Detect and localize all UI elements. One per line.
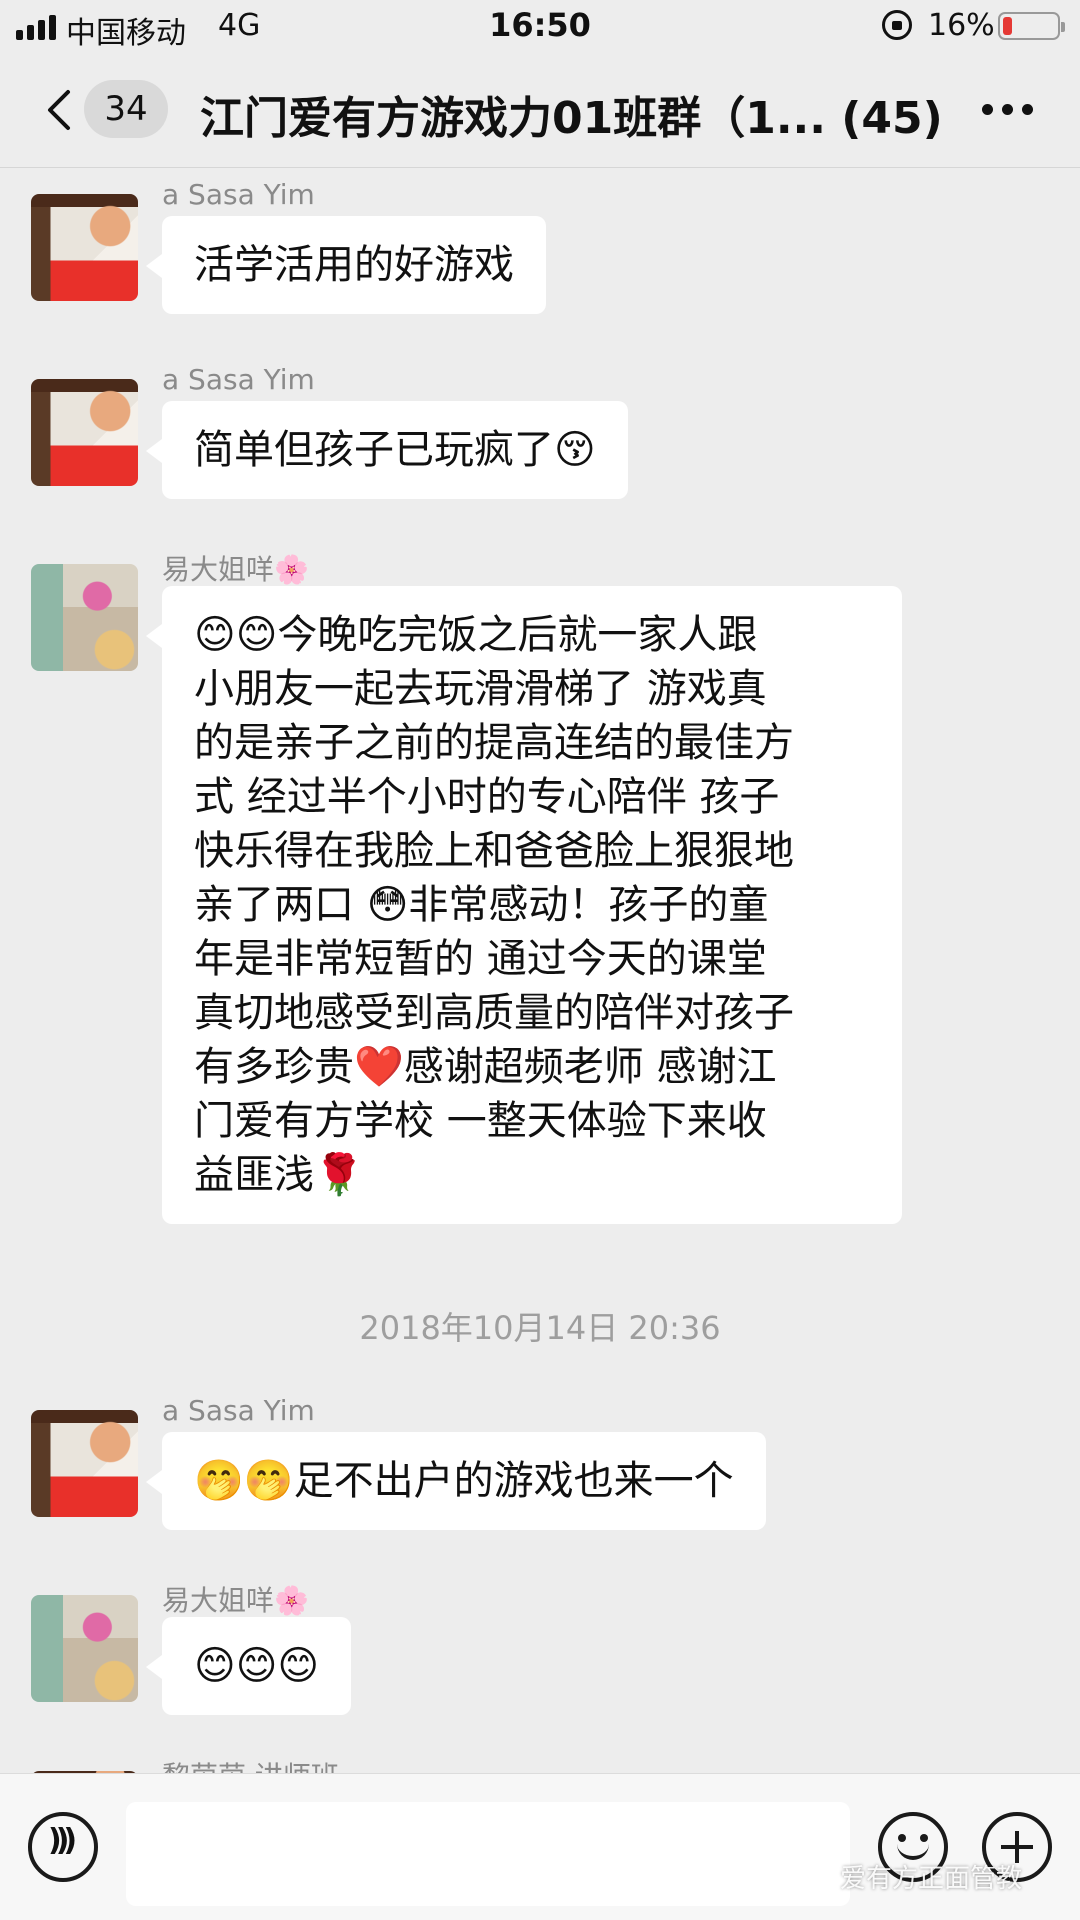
battery-percent: 16% xyxy=(928,8,995,43)
message-line: 😊😊今晚吃完饭之后就一家人跟 xyxy=(194,612,758,658)
message-line: 益匪浅🌹 xyxy=(194,1152,364,1198)
sender-name: a Sasa Yim xyxy=(162,1394,315,1427)
message-line: 小朋友一起去玩滑滑梯了 游戏真 xyxy=(194,666,767,712)
message-list[interactable]: a Sasa Yim 活学活用的好游戏 a Sasa Yim 简单但孩子已玩疯了… xyxy=(0,169,1080,1773)
sender-name: 黎茵茵 讲师班 xyxy=(162,1755,339,1773)
message-bubble[interactable]: 😊😊😊 xyxy=(145,1617,352,1715)
battery-level xyxy=(1003,17,1012,35)
message-bubble[interactable]: 简单但孩子已玩疯了😚 xyxy=(146,401,628,499)
message-input[interactable] xyxy=(126,1802,850,1906)
time-divider: 2018年10月14日 20:36 xyxy=(359,1309,721,1347)
chevron-left-icon[interactable] xyxy=(42,86,90,134)
voice-icon[interactable] xyxy=(28,1812,98,1882)
wechat-logo-icon xyxy=(800,1867,834,1892)
message-line: 门爱有方学校 一整天体验下来收 xyxy=(194,1098,767,1144)
sender-name: 易大姐咩🌸 xyxy=(162,553,309,586)
chat-screen: 中国移动 4G 16:50 16% 34 江门爱有方游戏力01班群（1... (… xyxy=(0,0,1080,1920)
chat-title: 江门爱有方游戏力01班群（1... (45) xyxy=(200,93,943,144)
message-bubble[interactable]: 活学活用的好游戏 xyxy=(146,216,546,314)
rotation-lock-icon xyxy=(882,10,912,40)
message-line: 真切地感受到高质量的陪伴对孩子 xyxy=(194,990,794,1036)
more-icon[interactable] xyxy=(982,104,1033,115)
message-line: 亲了两口 😳非常感动！孩子的童 xyxy=(194,882,769,928)
message-bubble[interactable]: 😊😊今晚吃完饭之后就一家人跟 小朋友一起去玩滑滑梯了 游戏真 的是亲子之前的提高… xyxy=(146,586,902,1224)
battery-icon xyxy=(998,12,1065,40)
sender-name: a Sasa Yim xyxy=(162,178,315,211)
chat-header: 34 江门爱有方游戏力01班群（1... (45) xyxy=(0,54,1080,168)
status-time: 16:50 xyxy=(489,6,591,44)
message-line: 的是亲子之前的提高连结的最佳方 xyxy=(194,720,794,766)
input-bar: 爱有方正面管教 xyxy=(0,1773,1080,1920)
message-line: 式 经过半个小时的专心陪伴 孩子 xyxy=(194,774,780,820)
message-bubble[interactable]: 🤭🤭足不出户的游戏也来一个 xyxy=(146,1432,766,1530)
watermark: 爱有方正面管教 xyxy=(800,1858,1022,1895)
message-line: 有多珍贵❤️感谢超频老师 感谢江 xyxy=(194,1044,777,1090)
sender-name: a Sasa Yim xyxy=(162,363,315,396)
message-line: 年是非常短暂的 通过今天的课堂 xyxy=(194,936,767,982)
avatar[interactable] xyxy=(31,1595,138,1702)
avatar[interactable] xyxy=(31,194,138,301)
watermark-text: 爱有方正面管教 xyxy=(840,1864,1023,1894)
avatar[interactable] xyxy=(31,379,138,486)
message-line: 快乐得在我脸上和爸爸脸上狠狠地 xyxy=(194,828,794,874)
sender-name: 易大姐咩🌸 xyxy=(162,1584,309,1617)
avatar[interactable] xyxy=(31,1410,138,1517)
avatar[interactable] xyxy=(31,564,138,671)
unread-count-badge[interactable]: 34 xyxy=(84,80,168,138)
status-bar: 中国移动 4G 16:50 16% xyxy=(0,0,1080,54)
